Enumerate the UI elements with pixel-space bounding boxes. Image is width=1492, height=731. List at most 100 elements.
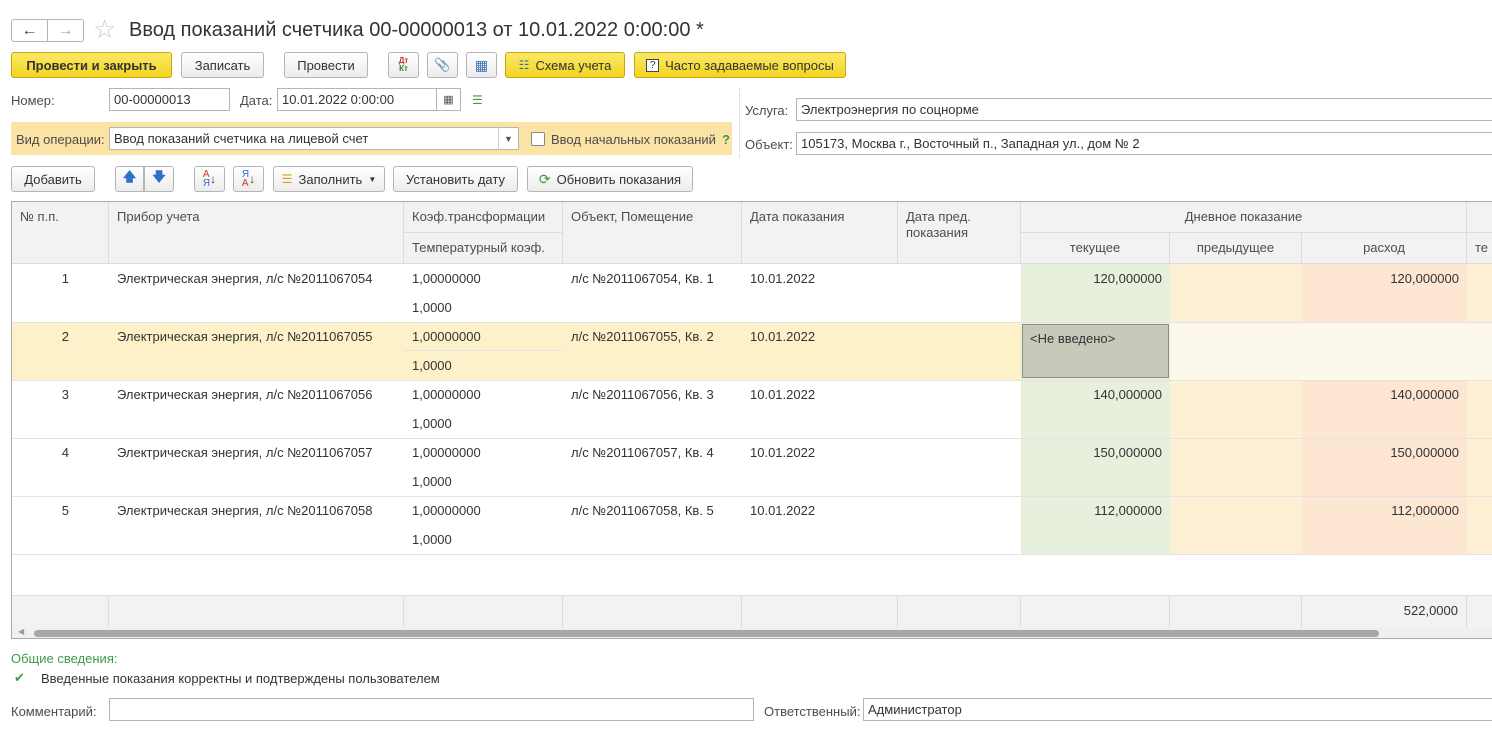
fill-label: Заполнить: [298, 171, 363, 187]
set-date-button[interactable]: Установить дату: [393, 166, 518, 192]
row4-coef[interactable]: 1,00000000: [404, 438, 563, 467]
row1-expense[interactable]: 120,000000: [1302, 264, 1467, 293]
arrow-left-icon: ←: [21, 21, 38, 39]
row1-object[interactable]: л/с №2011067054, Кв. 1: [563, 264, 742, 293]
row3-temp[interactable]: 1,0000: [404, 409, 563, 438]
chevron-down-icon[interactable]: ▼: [498, 127, 518, 150]
date-label: Дата:: [240, 93, 273, 108]
row2-current-editing[interactable]: <Не введено>: [1022, 324, 1169, 378]
arrow-right-icon: →: [57, 21, 74, 39]
row4-current[interactable]: 150,000000: [1021, 438, 1170, 467]
header-num[interactable]: № п.п.: [12, 202, 109, 264]
footer-cell: [1021, 596, 1170, 628]
row3-object[interactable]: л/с №2011067056, Кв. 3: [563, 380, 742, 409]
header-coef[interactable]: Коэф.трансформации: [404, 202, 563, 233]
row2-temp[interactable]: 1,0000: [404, 351, 563, 380]
comment-field[interactable]: [109, 698, 754, 721]
row4-date[interactable]: 10.01.2022: [742, 438, 898, 467]
row4-num[interactable]: 4: [12, 438, 77, 467]
row4-object[interactable]: л/с №2011067057, Кв. 4: [563, 438, 742, 467]
header-prev-date[interactable]: Дата пред. показания: [898, 202, 1021, 264]
post-and-close-button[interactable]: Провести и закрыть: [11, 52, 172, 78]
row5-device[interactable]: Электрическая энергия, л/с №2011067058: [109, 496, 404, 525]
row4-expense[interactable]: 150,000000: [1302, 438, 1467, 467]
row5-num[interactable]: 5: [12, 496, 77, 525]
row5-date[interactable]: 10.01.2022: [742, 496, 898, 525]
header-temp[interactable]: Температурный коэф.: [404, 233, 563, 264]
post-button[interactable]: Провести: [284, 52, 368, 78]
back-button[interactable]: ←: [11, 19, 48, 42]
dt-kt-button[interactable]: Дт Кт: [388, 52, 419, 78]
row4-device[interactable]: Электрическая энергия, л/с №2011067057: [109, 438, 404, 467]
row1-current[interactable]: 120,000000: [1021, 264, 1170, 293]
move-down-button[interactable]: 🡇: [144, 166, 174, 192]
row5-current[interactable]: 112,000000: [1021, 496, 1170, 525]
header-previous[interactable]: предыдущее: [1170, 233, 1302, 264]
row5-coef[interactable]: 1,00000000: [404, 496, 563, 525]
refresh-readings-button[interactable]: ⟳ Обновить показания: [527, 166, 693, 192]
calendar-icon[interactable]: ▦: [437, 88, 461, 111]
row3-num[interactable]: 3: [12, 380, 77, 409]
header-current[interactable]: текущее: [1021, 233, 1170, 264]
sort-asc-button[interactable]: А Я ↓: [194, 166, 225, 192]
favorite-star-icon[interactable]: ☆: [93, 14, 116, 45]
row3-device[interactable]: Электрическая энергия, л/с №2011067056: [109, 380, 404, 409]
row1-num[interactable]: 1: [12, 264, 77, 293]
row3-date[interactable]: 10.01.2022: [742, 380, 898, 409]
initial-readings-checkbox[interactable]: [531, 132, 545, 146]
row2-device[interactable]: Электрическая энергия, л/с №2011067055: [109, 322, 404, 351]
service-field[interactable]: Электроэнергия по соцнорме: [796, 98, 1492, 121]
fill-icon: ☰: [281, 172, 293, 186]
save-button[interactable]: Записать: [181, 52, 264, 78]
header-day[interactable]: Дневное показание: [1021, 202, 1467, 233]
number-field[interactable]: 00-00000013: [109, 88, 230, 111]
help-icon[interactable]: ?: [722, 132, 730, 147]
footer-cell: [404, 596, 563, 628]
faq-button[interactable]: ? Часто задаваемые вопросы: [634, 52, 846, 78]
header-cut[interactable]: те: [1467, 233, 1492, 264]
structure-button[interactable]: ▦: [466, 52, 497, 78]
row2-num[interactable]: 2: [12, 322, 77, 351]
add-button[interactable]: Добавить: [11, 166, 95, 192]
header-date[interactable]: Дата показания: [742, 202, 898, 264]
forward-button[interactable]: →: [47, 19, 84, 42]
row1-temp[interactable]: 1,0000: [404, 293, 563, 322]
dt-kt-icon: Дт Кт: [398, 56, 409, 73]
row5-temp[interactable]: 1,0000: [404, 525, 563, 554]
row3-coef[interactable]: 1,00000000: [404, 380, 563, 409]
accounting-scheme-button[interactable]: ☷ Схема учета: [505, 52, 625, 78]
row1-date[interactable]: 10.01.2022: [742, 264, 898, 293]
arrow-down-icon: 🡇: [152, 169, 166, 184]
row5-expense[interactable]: 112,000000: [1302, 496, 1467, 525]
row1-device[interactable]: Электрическая энергия, л/с №2011067054: [109, 264, 404, 293]
object-field[interactable]: 105173, Москва г., Восточный п., Западна…: [796, 132, 1492, 155]
sort-desc-button[interactable]: Я А ↓: [233, 166, 264, 192]
list-check-icon[interactable]: ☰: [472, 93, 483, 107]
operation-value: Ввод показаний счетчика на лицевой счет: [114, 131, 369, 146]
header-device[interactable]: Прибор учета: [109, 202, 404, 264]
operation-select[interactable]: Ввод показаний счетчика на лицевой счет: [109, 127, 519, 150]
attach-button[interactable]: 📎: [427, 52, 458, 78]
refresh-icon: ⟳: [538, 170, 551, 187]
checkmark-icon: ✔: [14, 670, 25, 685]
row2-date[interactable]: 10.01.2022: [742, 322, 898, 351]
row2-expense[interactable]: [1302, 322, 1467, 336]
scroll-left-icon[interactable]: ◀: [18, 627, 24, 636]
row4-temp[interactable]: 1,0000: [404, 467, 563, 496]
row2-object[interactable]: л/с №2011067055, Кв. 2: [563, 322, 742, 351]
operation-label: Вид операции:: [16, 132, 105, 147]
row3-current[interactable]: 140,000000: [1021, 380, 1170, 409]
row3-expense[interactable]: 140,000000: [1302, 380, 1467, 409]
header-expense[interactable]: расход: [1302, 233, 1467, 264]
move-up-button[interactable]: 🡅: [115, 166, 144, 192]
header-object[interactable]: Объект, Помещение: [563, 202, 742, 264]
date-field[interactable]: 10.01.2022 0:00:00: [277, 88, 437, 111]
row2-coef[interactable]: 1,00000000: [404, 322, 563, 351]
scrollbar-thumb[interactable]: [34, 630, 1379, 637]
row1-coef[interactable]: 1,00000000: [404, 264, 563, 293]
horizontal-scrollbar[interactable]: ◀: [12, 627, 1492, 638]
paperclip-icon: 📎: [434, 57, 451, 72]
row5-object[interactable]: л/с №2011067058, Кв. 5: [563, 496, 742, 525]
responsible-field[interactable]: Администратор: [863, 698, 1492, 721]
fill-button[interactable]: ☰ Заполнить ▼: [273, 166, 385, 192]
